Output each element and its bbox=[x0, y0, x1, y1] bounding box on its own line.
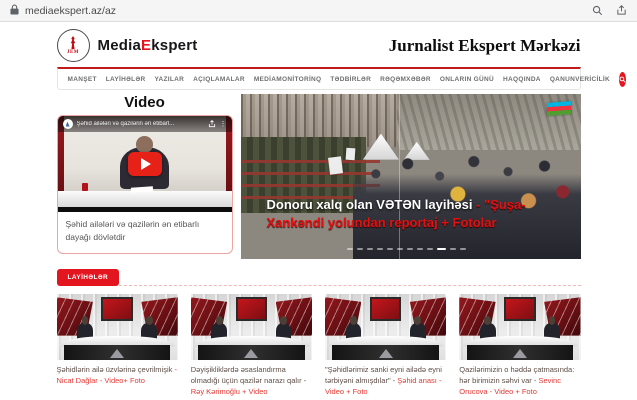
browser-address-bar: mediaekspert.az/az bbox=[0, 0, 637, 22]
slider-dash[interactable] bbox=[427, 248, 433, 250]
studio-screen bbox=[504, 297, 536, 321]
slider-dash[interactable] bbox=[357, 248, 363, 250]
slider-indicators bbox=[347, 248, 466, 250]
brand-name[interactable]: MediaEkspert bbox=[98, 37, 198, 54]
page: JEM MediaEkspert Jurnalist Ekspert Mərkə… bbox=[0, 22, 637, 400]
nav-item-aciqlamalar[interactable]: AÇIQLAMALAR bbox=[193, 76, 245, 83]
card-thumbnail[interactable] bbox=[325, 294, 446, 360]
slider-dash[interactable] bbox=[460, 248, 466, 250]
desk-front bbox=[198, 345, 305, 360]
share-icon[interactable] bbox=[616, 5, 627, 16]
lock-icon bbox=[10, 2, 19, 20]
main-nav: MANŞET LAYİHƏLƏR YAZILAR AÇIQLAMALAR MED… bbox=[57, 67, 581, 90]
search-icon bbox=[619, 76, 626, 83]
nav-item-layiheler[interactable]: LAYİHƏLƏR bbox=[106, 76, 146, 83]
projects-badge[interactable]: LAYİHƏLƏR bbox=[57, 269, 120, 286]
site-logo[interactable]: JEM MediaEkspert bbox=[57, 29, 198, 62]
url-text[interactable]: mediaekspert.az/az bbox=[25, 5, 116, 17]
desk-front bbox=[332, 345, 439, 360]
player-share-icon[interactable] bbox=[208, 120, 216, 128]
red-mug bbox=[82, 183, 88, 191]
desk-front bbox=[467, 345, 574, 360]
studio-screen bbox=[236, 297, 268, 321]
logo-acronym: JEM bbox=[67, 50, 79, 55]
project-card[interactable]: Şəhidlərin ailə üzvlərinə çevrilmişik - … bbox=[57, 294, 178, 398]
youtube-play-button[interactable] bbox=[128, 152, 162, 176]
slider-dash[interactable] bbox=[387, 248, 393, 250]
azerbaijan-flag bbox=[547, 101, 571, 116]
nav-item-mediamonitorinq[interactable]: MEDİAMONİTORİNQ bbox=[254, 76, 322, 83]
player-control-bar[interactable] bbox=[58, 207, 232, 212]
slider-dash[interactable] bbox=[417, 248, 423, 250]
site-title: Jurnalist Ekspert Mərkəzi bbox=[389, 36, 581, 56]
card-caption[interactable]: "Şəhidlərimiz sanki eyni ailədə eyni tər… bbox=[325, 365, 446, 398]
desk-front bbox=[64, 345, 171, 360]
slider-dash[interactable] bbox=[407, 248, 413, 250]
flame-icon bbox=[70, 36, 77, 49]
project-card[interactable]: Dəyişikliklərdə əsaslandırma olmadığı üç… bbox=[191, 294, 312, 398]
player-title-bar: Şəhid ailələri və qazilərin ən etibarl..… bbox=[58, 116, 232, 132]
card-caption[interactable]: Şəhidlərin ailə üzvlərinə çevrilmişik - … bbox=[57, 365, 178, 387]
project-card[interactable]: "Şəhidlərimiz sanki eyni ailədə eyni tər… bbox=[325, 294, 446, 398]
player-video-title[interactable]: Şəhid ailələri və qazilərin ən etibarl..… bbox=[77, 121, 204, 127]
nav-item-haqqinda[interactable]: HAQQINDA bbox=[503, 76, 541, 83]
nav-item-onlarin-gunu[interactable]: ONLARIN GÜNÜ bbox=[440, 76, 494, 83]
projects-section: LAYİHƏLƏR Şəhidlərin ailə üzvlərinə çevr… bbox=[57, 269, 581, 398]
channel-avatar[interactable] bbox=[63, 119, 73, 129]
video-section: Video Şəhid ailələri və qazilərin ən eti… bbox=[57, 94, 233, 254]
video-card: Şəhid ailələri və qazilərin ən etibarl..… bbox=[57, 115, 233, 254]
url-group[interactable]: mediaekspert.az/az bbox=[10, 2, 116, 20]
slider-dash[interactable] bbox=[377, 248, 383, 250]
slider-dash[interactable] bbox=[347, 248, 353, 250]
video-caption[interactable]: Şəhid ailələri və qazilərin ən etibarlı … bbox=[58, 212, 232, 253]
studio-desk bbox=[58, 191, 232, 207]
protest-sign bbox=[328, 156, 343, 174]
slider-dash[interactable] bbox=[367, 248, 373, 250]
card-caption[interactable]: Dəyişikliklərdə əsaslandırma olmadığı üç… bbox=[191, 365, 312, 398]
video-heading: Video bbox=[57, 94, 233, 111]
card-thumbnail[interactable] bbox=[191, 294, 312, 360]
studio-screen bbox=[101, 297, 133, 321]
studio-screen bbox=[370, 297, 402, 321]
video-player[interactable]: Şəhid ailələri və qazilərin ən etibarl..… bbox=[58, 116, 232, 212]
nav-item-reqemxeber[interactable]: RƏQƏMXƏBƏR bbox=[380, 76, 431, 83]
projects-cards: Şəhidlərin ailə üzvlərinə çevrilmişik - … bbox=[57, 294, 581, 398]
card-caption[interactable]: Qazilərimizin o həddə çatmasında: hər bi… bbox=[459, 365, 580, 398]
section-divider bbox=[119, 285, 580, 286]
nav-item-manset[interactable]: MANŞET bbox=[68, 76, 97, 83]
slider-dash[interactable] bbox=[450, 248, 456, 250]
card-thumbnail[interactable] bbox=[57, 294, 178, 360]
featured-title[interactable]: Donoru xalq olan VƏTƏN layihəsi - "Şuşa-… bbox=[267, 196, 575, 231]
site-header: JEM MediaEkspert Jurnalist Ekspert Mərkə… bbox=[57, 22, 581, 67]
card-thumbnail[interactable] bbox=[459, 294, 580, 360]
slider-dash-active[interactable] bbox=[437, 248, 446, 250]
kebab-menu-icon[interactable]: ⋮ bbox=[220, 121, 227, 128]
play-icon bbox=[141, 158, 151, 170]
zoom-icon[interactable] bbox=[592, 5, 603, 16]
nav-item-yazilar[interactable]: YAZILAR bbox=[154, 76, 184, 83]
photo-seam bbox=[399, 94, 400, 259]
project-card[interactable]: Qazilərimizin o həddə çatmasında: hər bi… bbox=[459, 294, 580, 398]
nav-item-tedbirler[interactable]: TƏDBİRLƏR bbox=[330, 76, 371, 83]
nav-item-qanunvericilik[interactable]: QANUNVERİCİLİK bbox=[550, 76, 610, 83]
featured-slide[interactable]: Donoru xalq olan VƏTƏN layihəsi - "Şuşa-… bbox=[241, 94, 581, 259]
logo-emblem-icon: JEM bbox=[57, 29, 90, 62]
slider-dash[interactable] bbox=[397, 248, 403, 250]
search-button[interactable] bbox=[619, 72, 626, 87]
